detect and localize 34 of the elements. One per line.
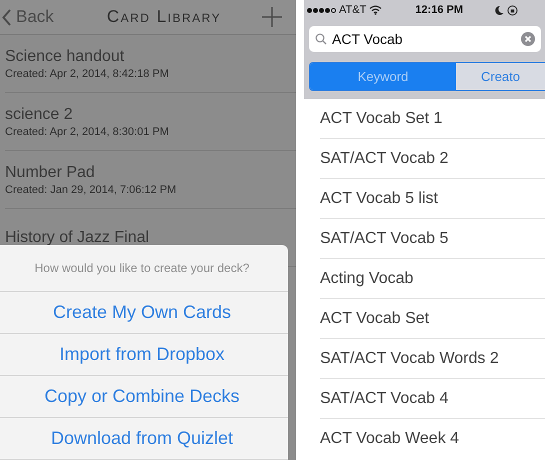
result-title[interactable]: ACT Vocab Set 1 — [320, 110, 442, 128]
search-text: ACT Vocab — [332, 31, 404, 47]
deck-name: Number Pad — [5, 164, 96, 182]
lock-rotation-icon — [507, 4, 518, 16]
sheet-option[interactable]: Import from Dropbox — [0, 334, 288, 376]
result-title[interactable]: ACT Vocab Set — [320, 310, 430, 328]
signal-icon — [307, 8, 336, 12]
result-title[interactable]: SAT/ACT Vocab 4 — [320, 390, 448, 408]
screen-title: Card Library — [106, 7, 222, 27]
result-title[interactable]: SAT/ACT Vocab 5 — [320, 230, 448, 248]
sheet-option[interactable]: Download from Quizlet — [0, 418, 288, 460]
result-title[interactable]: Acting Vocab — [320, 270, 414, 288]
deck-date: Created: Jan 29, 2014, 7:06:12 PM — [5, 184, 178, 196]
sheet-option[interactable]: Copy or Combine Decks — [0, 376, 288, 418]
wifi-icon — [369, 5, 382, 15]
chevron-icon — [2, 8, 12, 26]
carrier-name: AT&T — [339, 4, 366, 16]
deck-date: Created: Apr 2, 2014, 8:42:18 PM — [5, 68, 170, 80]
sheet-message: How would you like to create your deck? — [0, 245, 288, 292]
sheet-option[interactable]: Create My Own Cards — [0, 292, 288, 334]
deck-name: science 2 — [5, 106, 74, 124]
search-field[interactable]: ACT Vocab — [309, 26, 541, 52]
deck-name: History of Jazz Final — [5, 228, 150, 246]
result-title[interactable]: SAT/ACT Vocab 2 — [320, 150, 448, 168]
deck-date: Created: Apr 2, 2014, 8:30:01 PM — [5, 126, 170, 138]
result-title[interactable]: ACT Vocab 5 list — [320, 190, 438, 208]
search-icon — [315, 33, 327, 45]
result-title[interactable]: SAT/ACT Vocab Words 2 — [320, 350, 499, 368]
result-title[interactable]: ACT Vocab Week 4 — [320, 430, 460, 448]
clear-icon[interactable] — [521, 32, 535, 46]
status-time: 12:16 PM — [415, 4, 463, 16]
deck-name: Science handout — [5, 48, 126, 66]
add-icon[interactable] — [262, 7, 282, 27]
moon-icon — [494, 4, 504, 16]
